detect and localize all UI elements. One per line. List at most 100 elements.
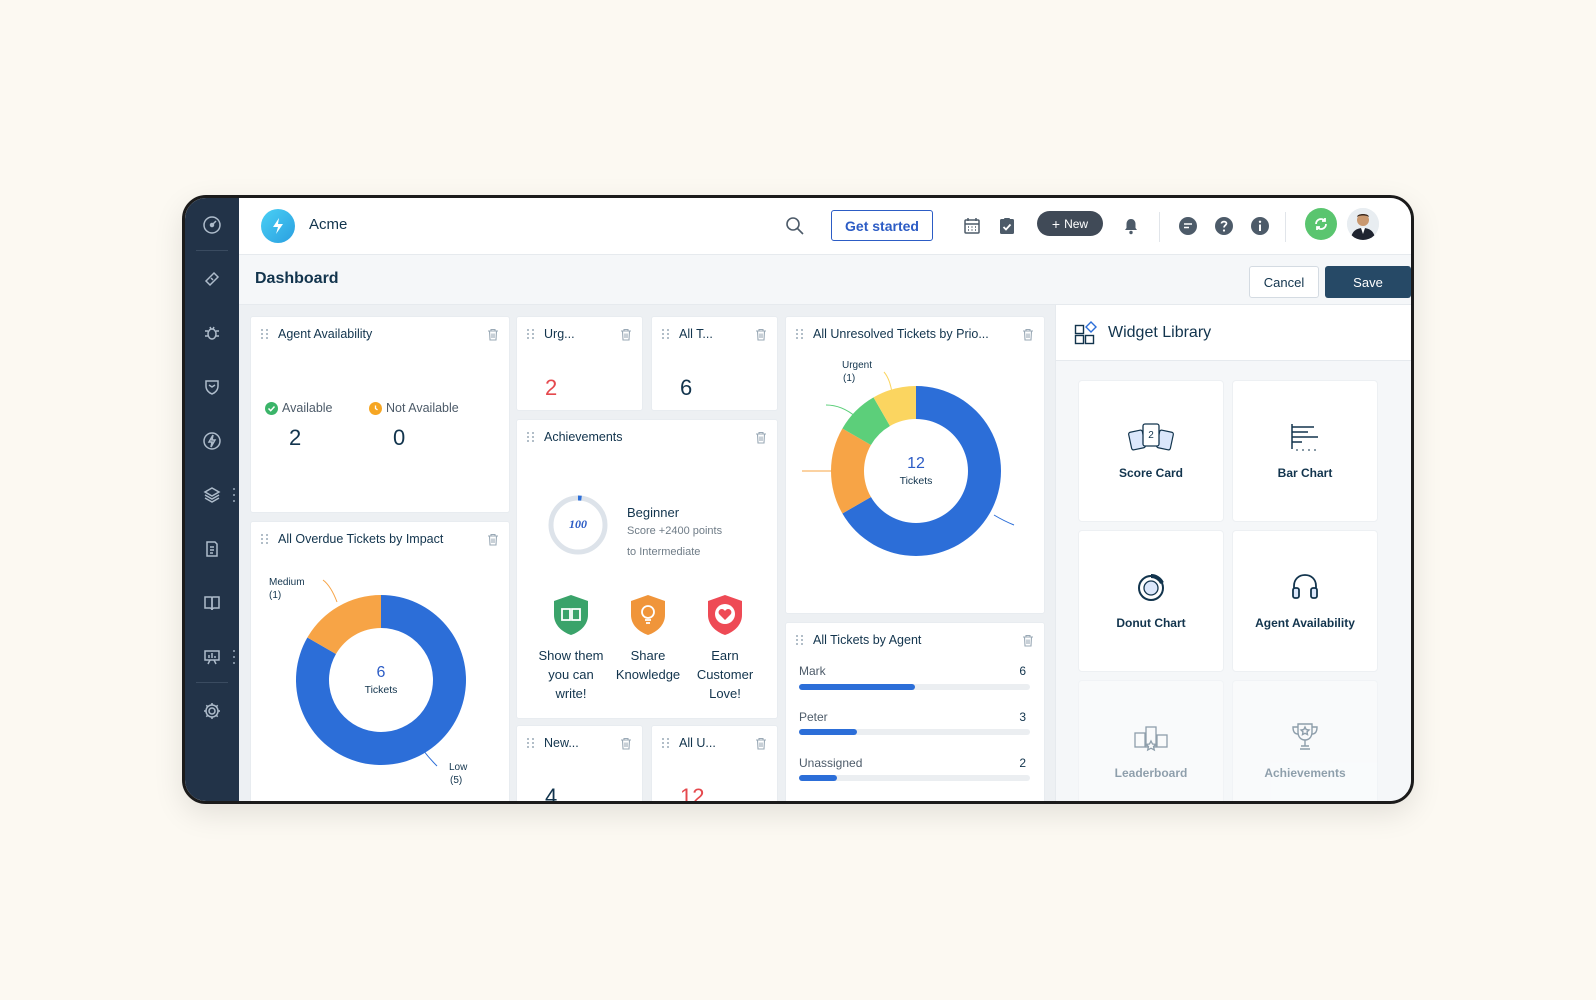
library-tile-agent-availability[interactable]: Agent Availability <box>1232 530 1378 672</box>
drag-handle-icon[interactable] <box>527 432 534 442</box>
bug-icon[interactable] <box>185 318 239 348</box>
drag-handle-icon[interactable] <box>261 329 268 339</box>
search-icon[interactable] <box>783 214 807 238</box>
delete-trash-icon[interactable] <box>620 328 632 341</box>
progress-value: 100 <box>569 517 587 531</box>
tile-label: Leaderboard <box>1114 766 1188 780</box>
delete-trash-icon[interactable] <box>487 328 499 341</box>
new-scorecard-widget[interactable]: New... 4 <box>516 725 643 801</box>
not-available-count: 0 <box>393 425 406 450</box>
settings-gear-icon[interactable] <box>185 696 239 726</box>
new-button-label: New <box>1064 216 1089 231</box>
help-icon[interactable] <box>1212 214 1236 238</box>
library-tile-bar-chart[interactable]: Bar Chart <box>1232 380 1378 522</box>
overdue-by-impact-widget[interactable]: All Overdue Tickets by Impact Medium (1)… <box>250 521 510 801</box>
status-avatar-icon[interactable] <box>1305 208 1337 240</box>
top-bar: Acme Get started + New <box>239 198 1411 255</box>
badge-label-line: Show them <box>538 648 604 663</box>
donut-center-value: 12 <box>907 455 925 472</box>
agent-name: Unassigned <box>799 756 863 770</box>
notifications-bell-icon[interactable] <box>1119 214 1143 238</box>
tile-label: Agent Availability <box>1255 616 1355 630</box>
calendar-icon[interactable] <box>960 214 984 238</box>
library-tile-donut-chart[interactable]: Donut Chart <box>1078 530 1224 672</box>
tile-label: Bar Chart <box>1277 466 1333 480</box>
unresolved-by-priority-widget[interactable]: All Unresolved Tickets by Prio... Urgent… <box>785 316 1045 614</box>
info-icon[interactable] <box>1248 214 1272 238</box>
agent-bar <box>799 775 838 781</box>
agent-availability-widget[interactable]: Agent Availability Available 2 Not Avail… <box>250 316 510 513</box>
get-started-button[interactable]: Get started <box>831 210 933 241</box>
badge-label-line: Customer <box>696 667 754 682</box>
achievements-widget[interactable]: Achievements 100 Beginner Score +2400 po… <box>516 419 778 719</box>
delete-trash-icon[interactable] <box>620 737 632 750</box>
library-tile-score-card[interactable]: 2 Score Card <box>1078 380 1224 522</box>
achievement-next-level: to Intermediate <box>627 546 701 558</box>
agent-bar-track <box>799 775 1030 781</box>
tile-label: Achievements <box>1264 766 1346 780</box>
urgent-label: Urgent <box>842 360 873 371</box>
not-available-label: Not Available <box>386 401 459 415</box>
badge-label-line: you can <box>548 667 594 682</box>
widget-title: All Tickets by Agent <box>813 633 922 647</box>
bar-chart-icon <box>1280 419 1330 455</box>
available-count: 2 <box>289 425 302 450</box>
analytics-more-icon[interactable] <box>232 650 236 664</box>
tickets-by-agent-widget[interactable]: All Tickets by Agent Mark 6 Peter 3 Unas… <box>785 622 1045 801</box>
delete-trash-icon[interactable] <box>755 737 767 750</box>
shield-icon[interactable] <box>185 372 239 402</box>
svg-text:2: 2 <box>1148 430 1154 441</box>
leaderboard-icon <box>1126 719 1176 755</box>
layers-icon[interactable] <box>185 480 239 510</box>
badge-label-line: Earn <box>711 648 739 663</box>
cancel-button[interactable]: Cancel <box>1249 266 1319 298</box>
save-button[interactable]: Save <box>1325 266 1411 298</box>
badge-label: Share Knowledge <box>610 646 686 684</box>
delete-trash-icon[interactable] <box>755 431 767 444</box>
agent-count: 3 <box>1019 710 1026 724</box>
widget-title: All T... <box>679 327 713 341</box>
scorecard-value: 4 <box>545 784 558 801</box>
widget-title: Urg... <box>544 327 575 341</box>
lightning-icon[interactable] <box>185 426 239 456</box>
agent-bar-track <box>799 729 1030 735</box>
library-tile-achievements[interactable]: Achievements <box>1232 680 1378 801</box>
sidebar <box>185 198 239 801</box>
all-unresolved-scorecard-widget[interactable]: All U... 12 <box>651 725 778 801</box>
app-logo-icon[interactable] <box>261 209 295 243</box>
app-window: Acme Get started + New Dashboard Cancel … <box>182 195 1414 804</box>
badge-label-line: write! <box>555 686 587 701</box>
analytics-icon[interactable] <box>185 642 239 672</box>
scorecard-value: 12 <box>680 784 705 801</box>
score-card-icon: 2 <box>1126 419 1176 455</box>
dashboard-canvas: Agent Availability Available 2 Not Avail… <box>239 305 1055 801</box>
user-avatar[interactable] <box>1347 208 1379 240</box>
badge-label: Show them you can write! <box>533 646 609 703</box>
all-tickets-scorecard-widget[interactable]: All T... 6 <box>651 316 778 411</box>
drag-handle-icon[interactable] <box>527 329 534 339</box>
delete-trash-icon[interactable] <box>755 328 767 341</box>
layers-more-icon[interactable] <box>232 488 236 502</box>
donut-chart-icon <box>1126 569 1176 605</box>
new-button[interactable]: + New <box>1037 211 1103 236</box>
drag-handle-icon[interactable] <box>527 738 534 748</box>
chat-icon[interactable] <box>1176 214 1200 238</box>
book-icon[interactable] <box>185 588 239 618</box>
drag-handle-icon[interactable] <box>662 738 669 748</box>
task-checklist-icon[interactable] <box>995 214 1019 238</box>
available-label: Available <box>282 401 333 415</box>
book-badge-icon <box>554 595 588 635</box>
tickets-icon[interactable] <box>185 264 239 294</box>
delete-trash-icon[interactable] <box>1022 634 1034 647</box>
agent-count: 2 <box>1019 756 1026 770</box>
drag-handle-icon[interactable] <box>662 329 669 339</box>
library-tile-leaderboard[interactable]: Leaderboard <box>1078 680 1224 801</box>
widget-library-icon <box>1074 321 1097 345</box>
dashboard-icon[interactable] <box>185 210 239 240</box>
documents-icon[interactable] <box>185 534 239 564</box>
urgent-scorecard-widget[interactable]: Urg... 2 <box>516 316 643 411</box>
widget-title: Achievements <box>544 430 623 444</box>
drag-handle-icon[interactable] <box>796 635 803 645</box>
agent-count: 6 <box>1019 664 1026 678</box>
badge-label-line: Share <box>630 648 666 663</box>
